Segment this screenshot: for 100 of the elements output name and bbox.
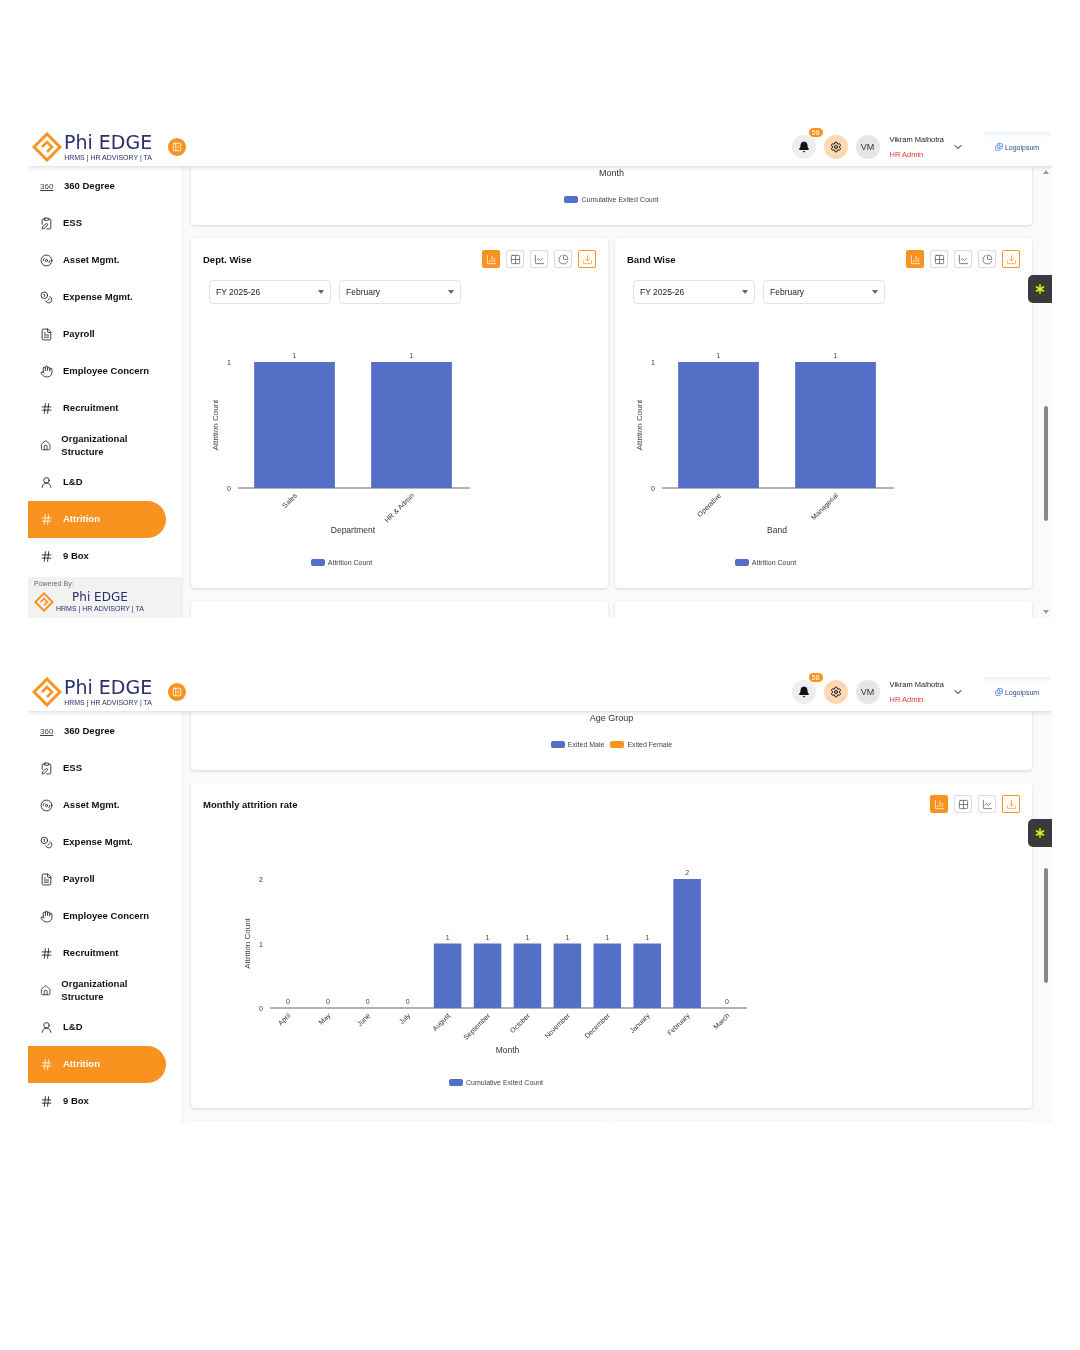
sidebar-item[interactable]: Recruitment bbox=[28, 390, 166, 427]
axis-title: Attrition Count bbox=[243, 918, 252, 969]
bar-chart-icon bbox=[909, 253, 921, 265]
panel-icon bbox=[172, 142, 183, 152]
settings-button[interactable] bbox=[823, 135, 848, 159]
table-view-button[interactable] bbox=[506, 250, 524, 268]
menu-icon bbox=[40, 254, 53, 267]
image-icon bbox=[994, 143, 1003, 151]
sidebar-item[interactable]: Expense Mgmt. bbox=[28, 279, 166, 316]
chart-bar bbox=[593, 943, 622, 1008]
sidebar-item[interactable]: Asset Mgmt. bbox=[28, 787, 166, 824]
menu-icon bbox=[40, 1021, 53, 1034]
filter-dropdown[interactable]: February bbox=[339, 280, 461, 304]
line-view-button[interactable] bbox=[954, 250, 972, 268]
table-chart-icon bbox=[933, 253, 945, 265]
line-view-button[interactable] bbox=[978, 795, 996, 813]
axis-title: Month bbox=[495, 1045, 520, 1055]
logo-icon bbox=[34, 591, 54, 612]
sidebar-item[interactable]: ESS bbox=[28, 750, 166, 787]
caret-icon bbox=[872, 290, 878, 294]
table-view-button[interactable] bbox=[930, 250, 948, 268]
bell-icon bbox=[797, 686, 810, 698]
user-avatar: VM bbox=[855, 680, 880, 704]
notifications-button[interactable] bbox=[791, 135, 816, 159]
download-chart-icon bbox=[581, 253, 593, 265]
menu-icon bbox=[40, 873, 53, 886]
sidebar-item[interactable]: Organizational Structure bbox=[28, 972, 166, 1009]
download-view-button[interactable] bbox=[1002, 250, 1020, 268]
caret-icon bbox=[318, 290, 324, 294]
brand-name: Phi EDGE bbox=[64, 678, 153, 697]
axis-title: Month bbox=[599, 168, 624, 178]
caret-icon bbox=[448, 290, 454, 294]
assistant-button[interactable] bbox=[1028, 819, 1052, 847]
brand-name: Phi EDGE bbox=[72, 591, 128, 603]
table-view-button[interactable] bbox=[954, 795, 972, 813]
menu-icon bbox=[40, 402, 53, 415]
sidebar-item[interactable]: Employee Concern bbox=[28, 898, 166, 935]
download-chart-icon bbox=[1005, 253, 1017, 265]
caret-icon bbox=[742, 290, 748, 294]
filter-dropdown[interactable]: FY 2025-26 bbox=[209, 280, 331, 304]
pie-view-button[interactable] bbox=[554, 250, 572, 268]
card-title: Monthly attrition rate bbox=[203, 798, 298, 810]
download-view-button[interactable] bbox=[1002, 795, 1020, 813]
table-chart-icon bbox=[957, 798, 969, 810]
sidebar-item[interactable]: 9 Box bbox=[28, 538, 166, 575]
sidebar-item[interactable]: ESS bbox=[28, 205, 166, 242]
line-view-button[interactable] bbox=[530, 250, 548, 268]
axis-title: Attrition Count bbox=[211, 399, 220, 451]
chart-bar bbox=[633, 943, 661, 1008]
card-title: Band Wise bbox=[627, 253, 676, 265]
sidebar-item[interactable]: Organizational Structure bbox=[28, 427, 166, 464]
pie-chart-icon bbox=[981, 253, 993, 265]
sidebar-item[interactable]: 360 360 Degree bbox=[28, 168, 166, 205]
menu-icon bbox=[40, 762, 53, 775]
logo-icon bbox=[32, 677, 62, 707]
filter-dropdown[interactable]: February bbox=[763, 280, 885, 304]
axis-title: Attrition Count bbox=[635, 399, 644, 451]
settings-icon bbox=[829, 686, 842, 698]
menu-icon bbox=[40, 947, 53, 960]
menu-icon bbox=[40, 217, 53, 230]
sidebar-item[interactable]: Employee Concern bbox=[28, 353, 166, 390]
menu-icon bbox=[40, 439, 52, 452]
image-icon bbox=[994, 688, 1003, 696]
axis-title: Band bbox=[767, 525, 787, 535]
sidebar-item[interactable]: Recruitment bbox=[28, 935, 166, 972]
download-view-button[interactable] bbox=[578, 250, 596, 268]
sidebar-item[interactable]: L&D bbox=[28, 1009, 166, 1046]
sidebar-item[interactable]: 9 Box bbox=[28, 1083, 166, 1120]
degree-icon: 360 bbox=[40, 182, 54, 191]
sidebar-item[interactable]: L&D bbox=[28, 464, 166, 501]
chart-bar bbox=[433, 943, 462, 1008]
bar-chart-icon bbox=[485, 253, 497, 265]
pie-view-button[interactable] bbox=[978, 250, 996, 268]
menu-icon bbox=[40, 799, 53, 812]
menu-icon bbox=[40, 328, 53, 341]
sidebar-toggle-button[interactable] bbox=[168, 138, 187, 156]
sidebar-item[interactable]: Expense Mgmt. bbox=[28, 824, 166, 861]
menu-icon bbox=[40, 550, 53, 563]
pie-chart-icon bbox=[557, 253, 569, 265]
filter-dropdown[interactable]: FY 2025-26 bbox=[633, 280, 755, 304]
notifications-button[interactable] bbox=[791, 680, 816, 704]
chart-bar bbox=[513, 943, 542, 1008]
degree-icon: 360 bbox=[40, 727, 54, 736]
settings-icon bbox=[829, 141, 842, 153]
menu-icon bbox=[40, 984, 52, 997]
table-chart-icon bbox=[509, 253, 521, 265]
assistant-button[interactable] bbox=[1028, 275, 1052, 303]
bell-icon bbox=[797, 141, 810, 153]
sidebar-item[interactable]: Payroll bbox=[28, 316, 166, 353]
menu-icon bbox=[40, 910, 53, 923]
settings-button[interactable] bbox=[823, 680, 848, 704]
axis-title: Age Group bbox=[589, 713, 634, 723]
menu-icon bbox=[40, 513, 53, 526]
sidebar-item[interactable]: 360 360 Degree bbox=[28, 713, 166, 750]
sidebar-item[interactable]: Payroll bbox=[28, 861, 166, 898]
chart-bar bbox=[553, 943, 582, 1008]
sidebar-item[interactable]: Asset Mgmt. bbox=[28, 242, 166, 279]
brand-name: Phi EDGE bbox=[64, 133, 153, 152]
menu-icon bbox=[40, 476, 53, 489]
sidebar-toggle-button[interactable] bbox=[168, 683, 187, 701]
